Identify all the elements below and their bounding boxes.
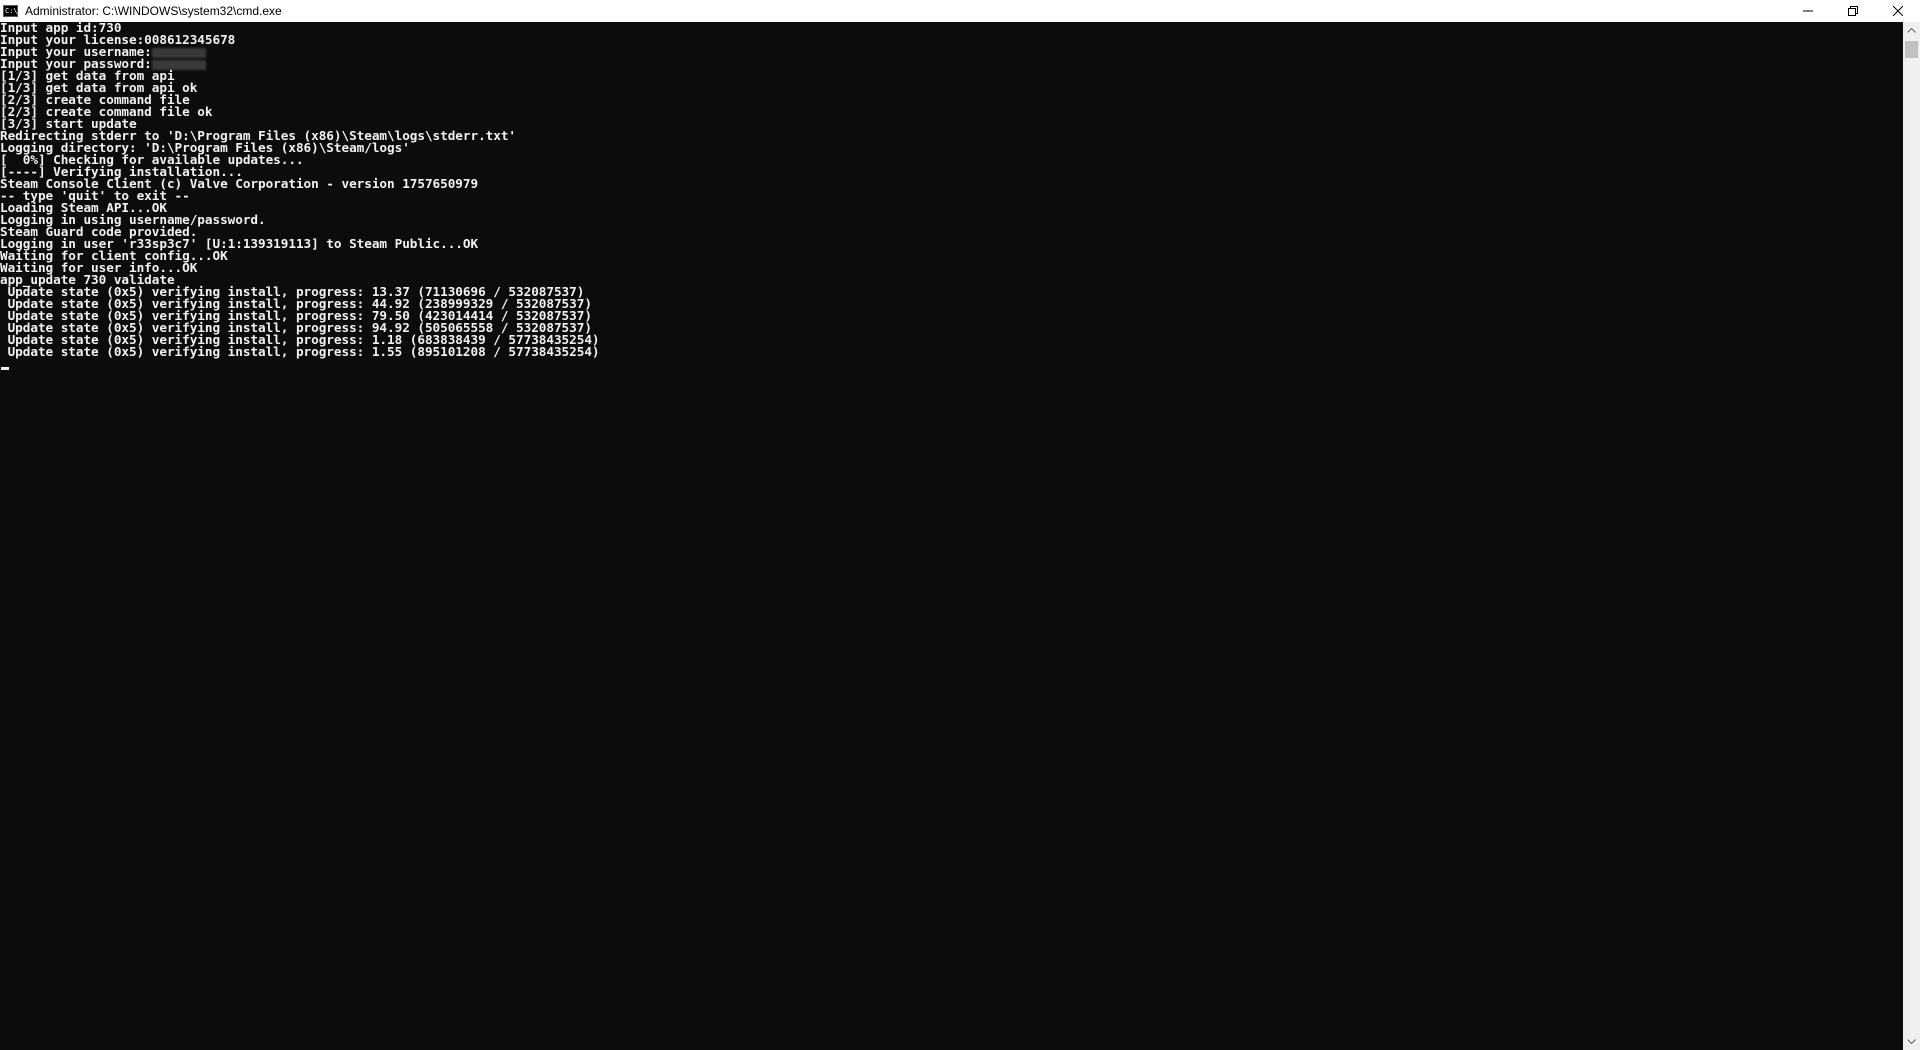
console-line: Update state (0x5) verifying install, pr… bbox=[0, 344, 600, 359]
close-icon bbox=[1892, 6, 1903, 16]
scroll-up-button[interactable] bbox=[1903, 22, 1920, 39]
scroll-down-arrow-icon bbox=[1907, 1039, 1916, 1044]
scroll-down-button[interactable] bbox=[1903, 1033, 1920, 1050]
window-title: Administrator: C:\WINDOWS\system32\cmd.e… bbox=[25, 4, 282, 18]
scroll-up-arrow-icon bbox=[1907, 28, 1916, 33]
console-output[interactable]: Input app id:730 Input your license:00861… bbox=[0, 22, 1902, 1050]
title-bar[interactable]: C:\ Administrator: C:\WINDOWS\system32\c… bbox=[0, 0, 1920, 22]
minimize-icon bbox=[1802, 10, 1813, 12]
console-line-text: Update state (0x5) verifying install, pr… bbox=[0, 344, 600, 359]
text-cursor bbox=[1, 367, 9, 370]
vertical-scrollbar[interactable] bbox=[1903, 22, 1920, 1050]
restore-icon bbox=[1847, 6, 1858, 16]
minimize-button[interactable] bbox=[1785, 0, 1830, 22]
cmd-window: C:\ Administrator: C:\WINDOWS\system32\c… bbox=[0, 0, 1920, 1050]
restore-button[interactable] bbox=[1830, 0, 1875, 22]
redacted-value bbox=[151, 47, 206, 58]
scrollbar-thumb[interactable] bbox=[1905, 41, 1918, 58]
cmd-icon[interactable]: C:\ bbox=[3, 5, 18, 17]
window-controls bbox=[1785, 0, 1920, 22]
close-button[interactable] bbox=[1875, 0, 1920, 22]
